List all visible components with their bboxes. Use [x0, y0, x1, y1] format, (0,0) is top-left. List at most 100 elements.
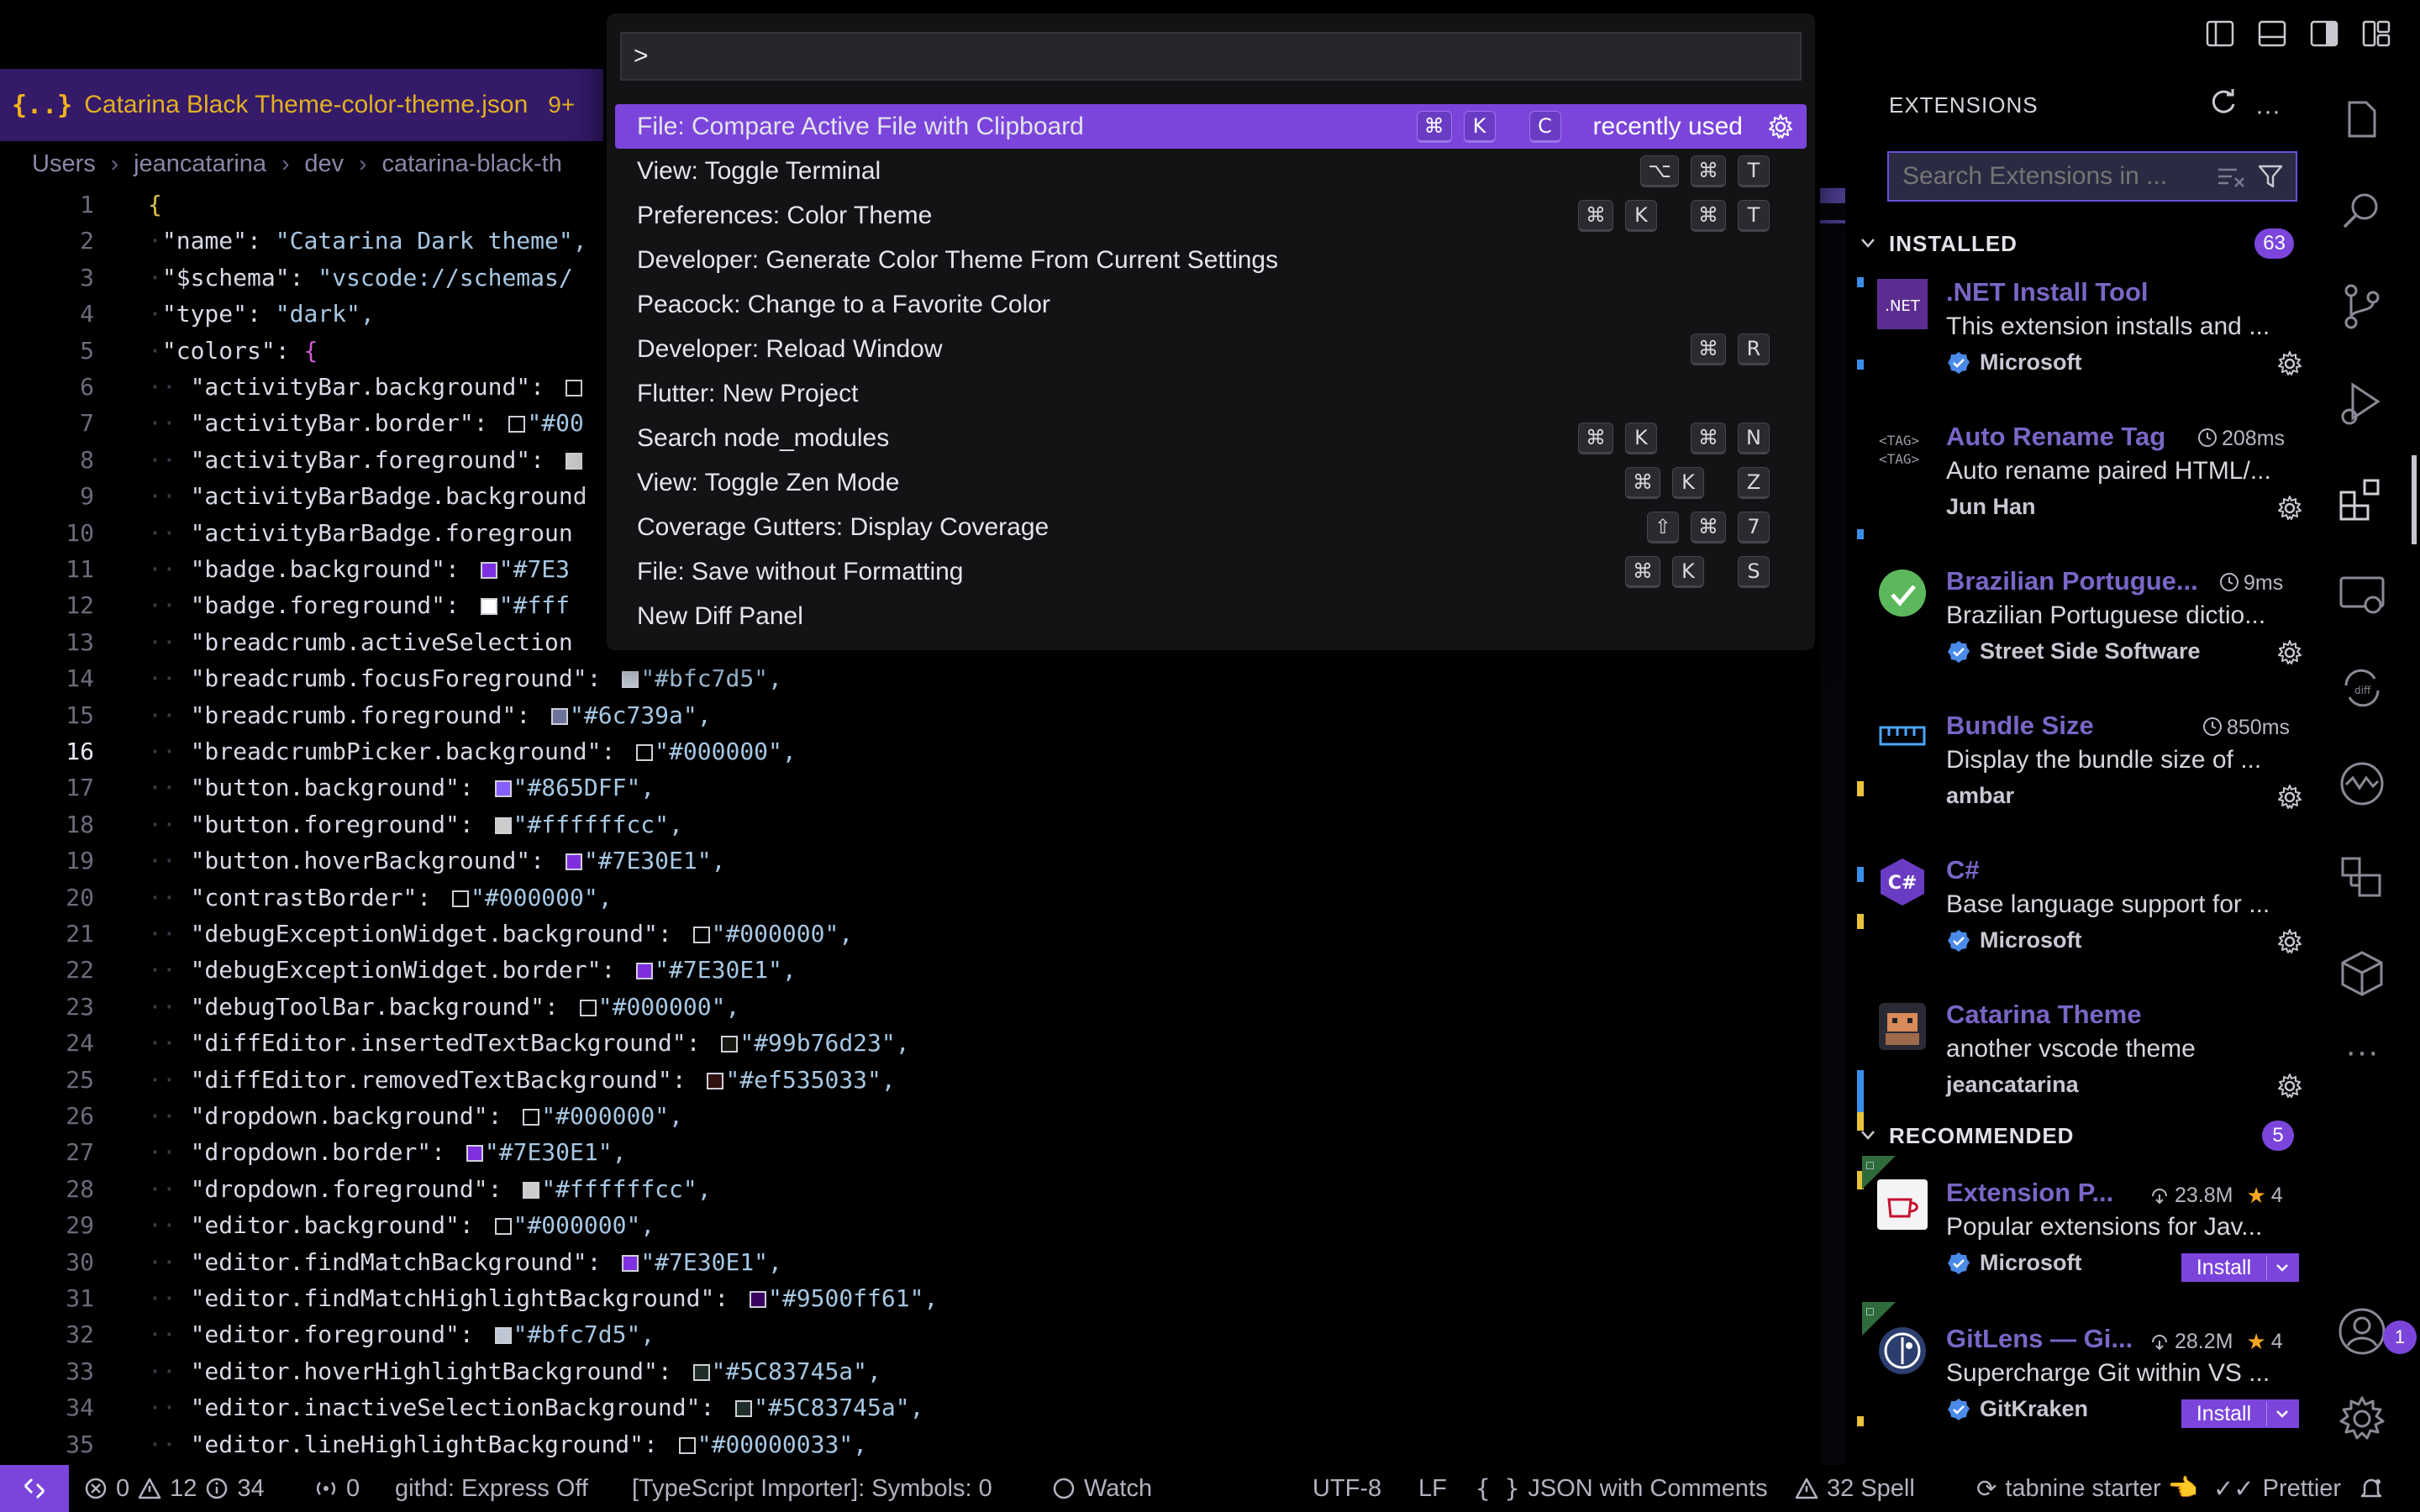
remote-indicator[interactable] [0, 1465, 69, 1512]
ports-indicator[interactable]: 0 [314, 1465, 360, 1512]
live-share-icon[interactable] [2334, 756, 2390, 811]
install-button[interactable]: Install [2181, 1253, 2299, 1282]
account-icon[interactable] [2334, 1304, 2390, 1359]
code-line[interactable]: 30 ·· "editor.findMatchBackground": "#7E3… [0, 1244, 1823, 1280]
diff-icon[interactable]: diff [2334, 660, 2390, 716]
code-line[interactable]: 31 ·· "editor.findMatchHighlightBackgroun… [0, 1280, 1823, 1316]
extension-item[interactable]: .NET .NET Install Tool This extension inst… [1845, 269, 2302, 412]
color-swatch[interactable] [692, 1363, 710, 1381]
toggle-panel-icon[interactable] [2257, 18, 2287, 49]
run-debug-icon[interactable] [2334, 376, 2390, 432]
manage-gear-icon[interactable] [2334, 1391, 2390, 1446]
color-swatch[interactable] [636, 963, 654, 980]
notifications-button[interactable] [2360, 1465, 2383, 1512]
command-palette-input[interactable] [620, 32, 1802, 81]
githd-status[interactable]: githd: Express Off [395, 1465, 588, 1512]
package-icon[interactable] [2334, 946, 2390, 1001]
extension-item[interactable]: Brazilian Portugue... 9ms Brazilian Portug… [1845, 558, 2302, 701]
color-swatch[interactable] [494, 816, 512, 834]
more-views-icon[interactable]: ··· [2334, 1035, 2390, 1090]
code-line[interactable]: 25 ·· "diffEditor.removedTextBackground":… [0, 1062, 1823, 1098]
code-line[interactable]: 23 ·· "debugToolBar.background": "#000000… [0, 989, 1823, 1025]
code-line[interactable]: 21 ·· "debugExceptionWidget.background": … [0, 916, 1823, 952]
extension-settings-gear-icon[interactable] [2275, 494, 2304, 522]
color-swatch[interactable] [494, 1327, 512, 1345]
breadcrumb-item[interactable]: jeancatarina [134, 150, 266, 178]
color-swatch[interactable] [692, 927, 710, 943]
search-icon[interactable] [2334, 183, 2390, 239]
color-swatch[interactable] [480, 562, 497, 579]
color-swatch[interactable] [636, 744, 654, 761]
breadcrumb-item[interactable]: dev [304, 150, 344, 178]
editor-tab-active[interactable]: {..} Catarina Black Theme-color-theme.js… [0, 69, 603, 141]
color-swatch[interactable] [565, 853, 582, 871]
install-button[interactable]: Install [2181, 1399, 2299, 1428]
recommended-section-header[interactable]: RECOMMENDED 5 [1845, 1117, 2302, 1154]
color-swatch[interactable] [523, 1181, 540, 1199]
breadcrumb-item[interactable]: Users [32, 150, 96, 178]
command-palette-item[interactable]: Sort lines (ascending, case insensitive) [615, 638, 1807, 651]
color-swatch[interactable] [494, 1218, 512, 1236]
watch-button[interactable]: Watch [1052, 1465, 1152, 1512]
customize-layout-icon[interactable] [2361, 18, 2391, 49]
color-swatch[interactable] [565, 452, 582, 470]
remote-explorer-icon[interactable] [2334, 568, 2390, 623]
extension-item[interactable]: C# C# Base language support for ... Microso… [1845, 847, 2302, 990]
extension-settings-gear-icon[interactable] [2275, 1072, 2304, 1100]
code-line[interactable]: 17 ·· "button.background": "#865DFF", [0, 769, 1823, 806]
configure-keybinding-gear-icon[interactable] [1766, 113, 1795, 141]
extension-settings-gear-icon[interactable] [2275, 927, 2304, 956]
eol-indicator[interactable]: LF [1418, 1465, 1447, 1512]
color-swatch[interactable] [721, 1036, 739, 1053]
color-swatch[interactable] [622, 1254, 639, 1272]
code-line[interactable]: 28 ·· "dropdown.foreground": "#ffffffcc", [0, 1171, 1823, 1207]
source-control-icon[interactable] [2334, 279, 2390, 334]
filter-icon[interactable] [2257, 163, 2284, 190]
problems-indicator[interactable]: 0 12 34 [84, 1465, 265, 1512]
docker-icon[interactable] [2334, 850, 2390, 906]
command-palette-item[interactable]: File: Save without Formatting ⌘ K S [615, 549, 1807, 594]
extensions-icon[interactable] [2334, 472, 2390, 528]
code-line[interactable]: 20 ·· "contrastBorder": "#000000", [0, 879, 1823, 916]
extension-settings-gear-icon[interactable] [2275, 349, 2304, 378]
spell-indicator[interactable]: 32 Spell [1795, 1465, 1915, 1512]
extension-item[interactable]: <TAG> <TAG> Auto Rename Tag 208ms Auto renam… [1845, 413, 2302, 556]
toggle-secondary-sidebar-icon[interactable] [2309, 18, 2339, 49]
extension-settings-gear-icon[interactable] [2275, 783, 2304, 811]
extension-settings-gear-icon[interactable] [2275, 638, 2304, 667]
command-palette-item[interactable]: Search node_modules ⌘ K ⌘ N [615, 416, 1807, 460]
code-line[interactable]: 14 ·· "breadcrumb.focusForeground": "#bfc… [0, 660, 1823, 696]
code-line[interactable]: 24 ·· "diffEditor.insertedTextBackground"… [0, 1025, 1823, 1061]
color-swatch[interactable] [494, 780, 512, 798]
extension-item[interactable]: Bundle Size 850ms Display the bundle size … [1845, 702, 2302, 845]
color-swatch[interactable] [508, 416, 526, 433]
color-swatch[interactable] [735, 1400, 753, 1418]
more-actions-icon[interactable]: ··· [2255, 97, 2281, 126]
extension-item[interactable]: Catarina Theme another vscode theme jeanca… [1845, 991, 2302, 1134]
command-palette-item[interactable]: Peacock: Change to a Favorite Color [615, 282, 1807, 327]
code-line[interactable]: 26 ·· "dropdown.background": "#000000", [0, 1098, 1823, 1134]
encoding-indicator[interactable]: UTF-8 [1313, 1465, 1381, 1512]
color-swatch[interactable] [466, 1145, 483, 1163]
installed-section-header[interactable]: INSTALLED 63 [1845, 225, 2302, 262]
command-palette-item[interactable]: Developer: Reload Window ⌘ R [615, 327, 1807, 371]
command-palette-item[interactable]: File: Compare Active File with Clipboard… [615, 104, 1807, 149]
tabnine-status[interactable]: ⟳ tabnine starter 👈 [1976, 1465, 2198, 1512]
typescript-importer-status[interactable]: [TypeScript Importer]: Symbols: 0 [632, 1465, 992, 1512]
color-swatch[interactable] [523, 1109, 540, 1126]
code-line[interactable]: 29 ·· "editor.background": "#000000", [0, 1207, 1823, 1243]
command-palette-item[interactable]: Flutter: New Project [615, 371, 1807, 416]
code-line[interactable]: 16 ·· "breadcrumbPicker.background": "#00… [0, 733, 1823, 769]
code-line[interactable]: 32 ·· "editor.foreground": "#bfc7d5", [0, 1316, 1823, 1352]
install-dropdown-chevron-icon[interactable] [2267, 1259, 2297, 1276]
command-palette-item[interactable]: View: Toggle Terminal ⌥ ⌘ T [615, 149, 1807, 193]
code-line[interactable]: 27 ·· "dropdown.border": "#7E30E1", [0, 1134, 1823, 1170]
color-swatch[interactable] [551, 707, 569, 725]
color-swatch[interactable] [565, 380, 582, 396]
toggle-primary-sidebar-icon[interactable] [2205, 18, 2235, 49]
code-line[interactable]: 33 ·· "editor.hoverHighlightBackground": … [0, 1353, 1823, 1389]
prettier-status[interactable]: ✓✓ Prettier [2213, 1465, 2341, 1512]
recommended-extension-item[interactable]: ☐ Extension P... 23.8M ★ 4 Popular extensions… [1845, 1156, 2302, 1312]
command-palette-item[interactable]: Coverage Gutters: Display Coverage ⇧ ⌘ 7 [615, 505, 1807, 549]
overview-ruler[interactable] [1820, 186, 1845, 1465]
